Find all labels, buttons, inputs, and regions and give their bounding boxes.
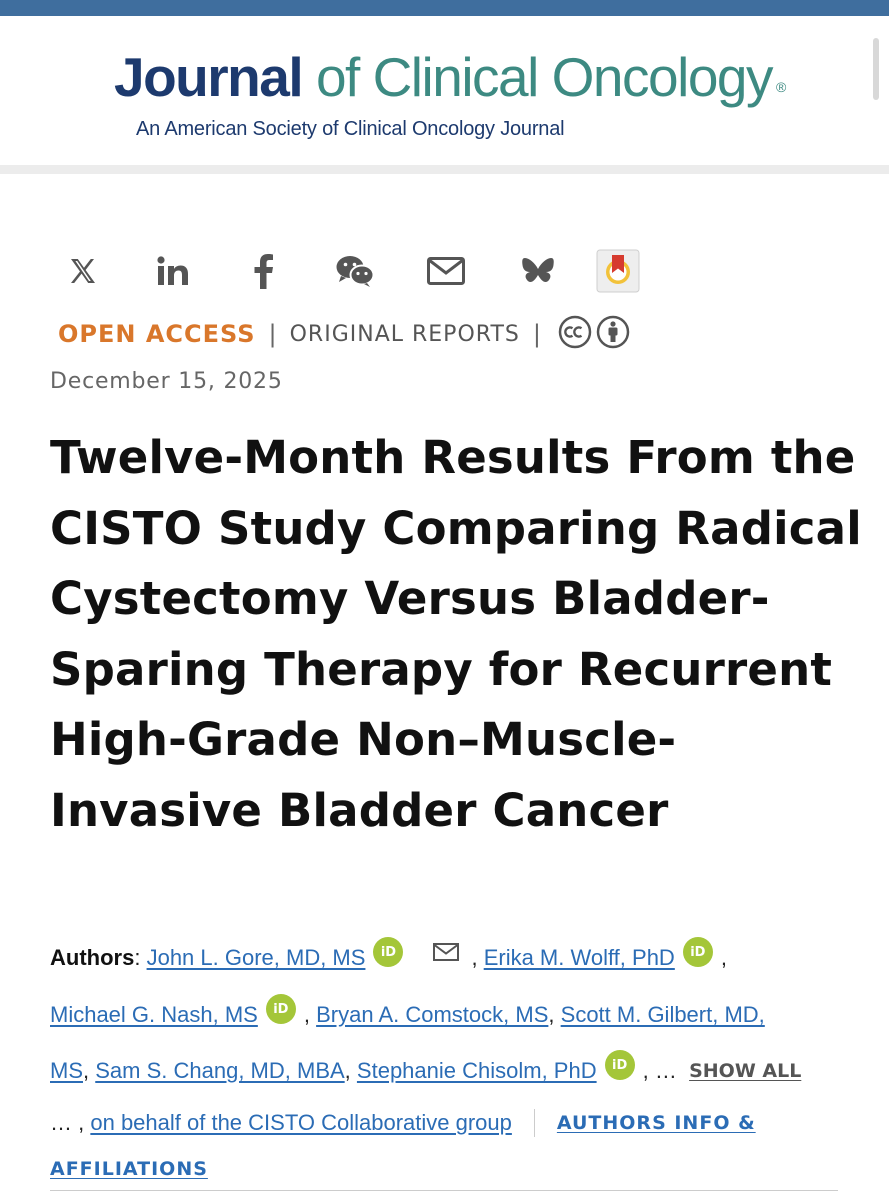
share-toolbar	[60, 248, 660, 296]
authors-line: MS, Sam S. Chang, MD, MBA, Stephanie Chi…	[50, 1050, 801, 1091]
authors-info-link-continued[interactable]: AFFILIATIONS	[50, 1158, 208, 1180]
attribution-icon	[596, 315, 630, 353]
authors-line: Authors: John L. Gore, MD, MS iD , Erika…	[50, 937, 727, 978]
show-all-authors-button[interactable]: SHOW ALL	[689, 1060, 801, 1082]
x-icon[interactable]	[60, 248, 106, 294]
section-divider	[50, 1190, 838, 1191]
license-icons[interactable]	[558, 315, 630, 353]
journal-logo[interactable]: Journal of Clinical Oncology ® An America…	[114, 46, 794, 156]
article-meta-line: OPEN ACCESS | ORIGINAL REPORTS |	[58, 315, 630, 353]
header-divider	[0, 165, 889, 174]
journal-logo-title: Journal of Clinical Oncology ®	[114, 46, 786, 108]
vertical-divider	[533, 1109, 535, 1137]
meta-separator: |	[268, 320, 277, 348]
collaborative-group-link[interactable]: on behalf of the CISTO Collaborative gro…	[90, 1110, 512, 1136]
author-link[interactable]: Michael G. Nash, MS	[50, 1002, 258, 1028]
author-comma: ,	[83, 1058, 90, 1083]
authors-leading-ellipsis: … ,	[50, 1110, 85, 1135]
author-link[interactable]: MS	[50, 1058, 83, 1084]
author-comma: ,	[548, 1002, 555, 1027]
author-comma: ,	[720, 945, 727, 970]
facebook-icon[interactable]	[240, 248, 286, 294]
authors-label: Authors	[50, 945, 135, 970]
authors-line: … , on behalf of the CISTO Collaborative…	[50, 1103, 756, 1143]
authors-ellipsis: , …	[642, 1058, 677, 1083]
meta-separator: |	[532, 320, 541, 348]
orcid-icon[interactable]: iD	[604, 1050, 635, 1080]
authors-colon: :	[134, 945, 141, 970]
authors-line: AFFILIATIONS	[50, 1149, 208, 1189]
journal-logo-bold: Journal	[114, 46, 304, 108]
journal-logo-rest: of Clinical Oncology	[315, 46, 774, 108]
journal-logo-subtitle: An American Society of Clinical Oncology…	[136, 118, 565, 140]
open-access-label[interactable]: OPEN ACCESS	[58, 320, 256, 348]
mendeley-icon[interactable]	[595, 248, 641, 294]
linkedin-icon[interactable]	[150, 248, 196, 294]
email-icon[interactable]	[433, 943, 460, 961]
author-comma: ,	[303, 1002, 310, 1027]
wechat-icon[interactable]	[332, 248, 378, 294]
bluesky-icon[interactable]	[515, 248, 561, 294]
author-link[interactable]: Erika M. Wolff, PhD	[484, 945, 675, 971]
author-comma: ,	[471, 945, 478, 970]
author-comma: ,	[344, 1058, 351, 1083]
orcid-icon[interactable]: iD	[265, 994, 296, 1024]
publication-date: December 15, 2025	[50, 369, 283, 394]
author-link[interactable]: Bryan A. Comstock, MS	[316, 1002, 548, 1028]
scrollbar[interactable]	[873, 38, 879, 100]
registered-mark: ®	[776, 79, 786, 95]
authors-line: Michael G. Nash, MS iD, Bryan A. Comstoc…	[50, 994, 765, 1035]
article-type-label: ORIGINAL REPORTS	[289, 321, 520, 347]
journal-header: Journal of Clinical Oncology ® An America…	[0, 16, 889, 166]
authors-info-link[interactable]: AUTHORS INFO &	[557, 1112, 756, 1134]
author-link[interactable]: Stephanie Chisolm, PhD	[357, 1058, 597, 1084]
author-link[interactable]: Sam S. Chang, MD, MBA	[95, 1058, 344, 1084]
email-icon[interactable]	[423, 248, 469, 294]
top-accent-bar	[0, 0, 889, 16]
author-link[interactable]: Scott M. Gilbert, MD,	[561, 1002, 765, 1028]
orcid-icon[interactable]: iD	[373, 937, 404, 967]
creative-commons-icon	[558, 315, 592, 353]
orcid-icon[interactable]: iD	[682, 937, 713, 967]
author-link[interactable]: John L. Gore, MD, MS	[147, 945, 366, 971]
article-title: Twelve-Month Results From the CISTO Stud…	[50, 431, 862, 837]
